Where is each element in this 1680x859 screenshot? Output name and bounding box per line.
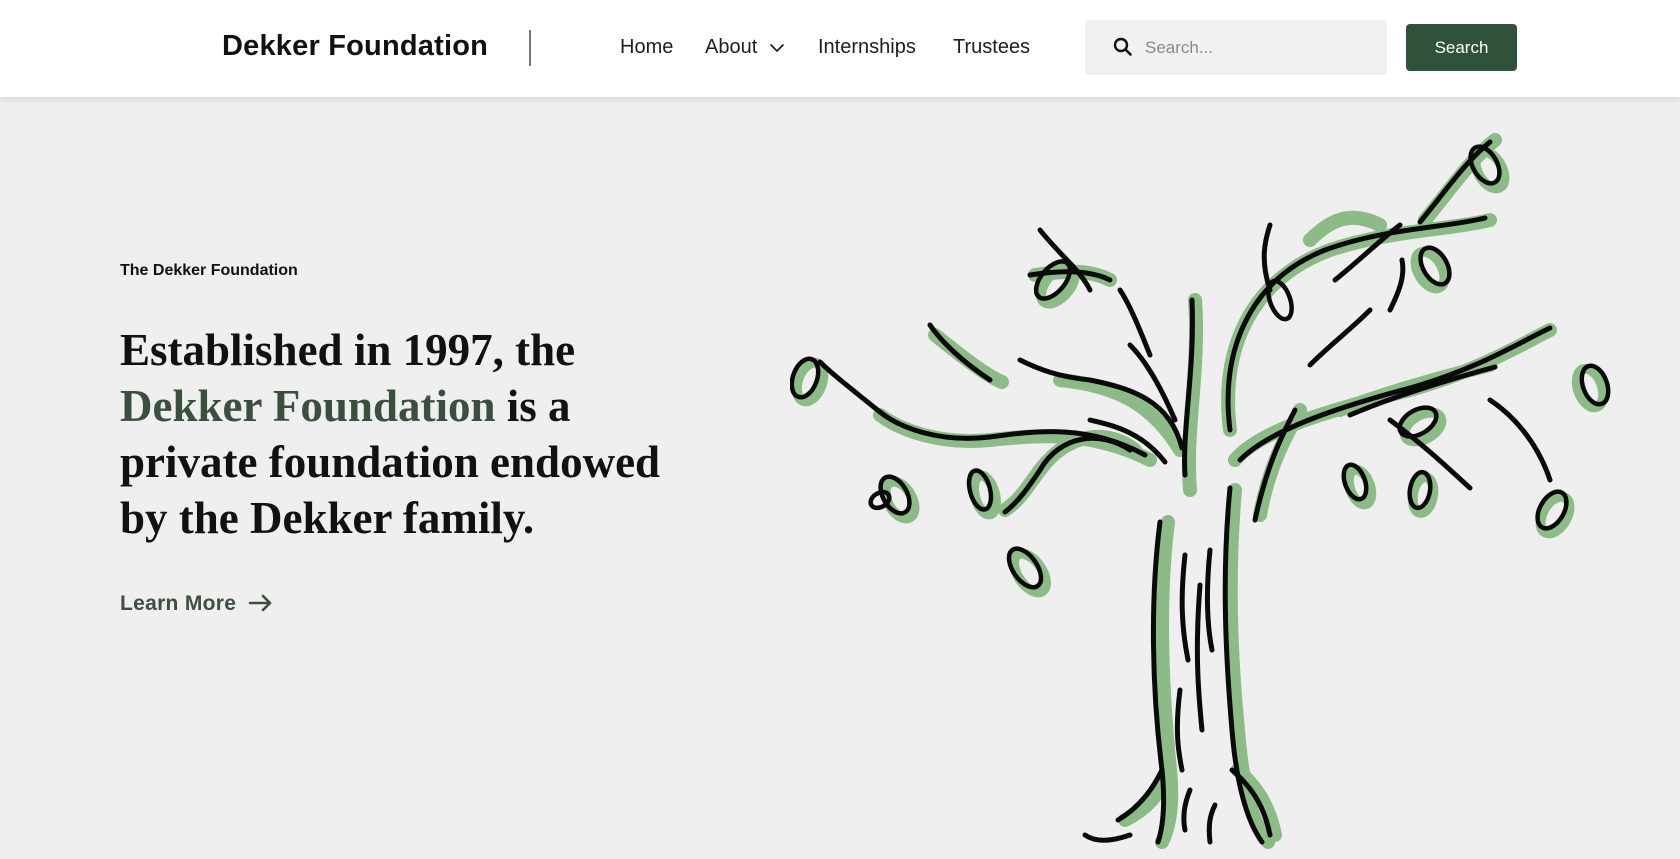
search-icon	[1113, 37, 1132, 56]
nav-item-about[interactable]: About	[705, 36, 784, 59]
site-logo[interactable]: Dekker Foundation	[222, 30, 488, 63]
nav-item-trustees[interactable]: Trustees	[953, 36, 1030, 59]
learn-more-link[interactable]: Learn More	[120, 592, 274, 616]
hero-eyebrow: The Dekker Foundation	[120, 262, 298, 279]
search-input[interactable]	[1145, 20, 1377, 75]
nav-item-about-label: About	[705, 36, 758, 58]
chevron-down-icon	[770, 44, 784, 52]
nav-item-internships[interactable]: Internships	[818, 36, 916, 59]
nav-item-home[interactable]: Home	[620, 36, 673, 59]
learn-more-label: Learn More	[120, 592, 237, 615]
hero-headline-before: Established in 1997, the	[120, 325, 576, 375]
tree-color-layer	[873, 133, 1557, 849]
hero-headline: Established in 1997, the Dekker Foundati…	[120, 322, 680, 546]
brand-divider	[529, 30, 531, 66]
site-header: Dekker Foundation Home About Internships…	[0, 0, 1680, 97]
search-box	[1085, 20, 1387, 75]
arrow-right-icon	[249, 594, 272, 612]
tree-illustration	[790, 133, 1611, 849]
hero-headline-accent: Dekker Foundation	[120, 381, 496, 431]
search-button[interactable]: Search	[1406, 24, 1517, 71]
